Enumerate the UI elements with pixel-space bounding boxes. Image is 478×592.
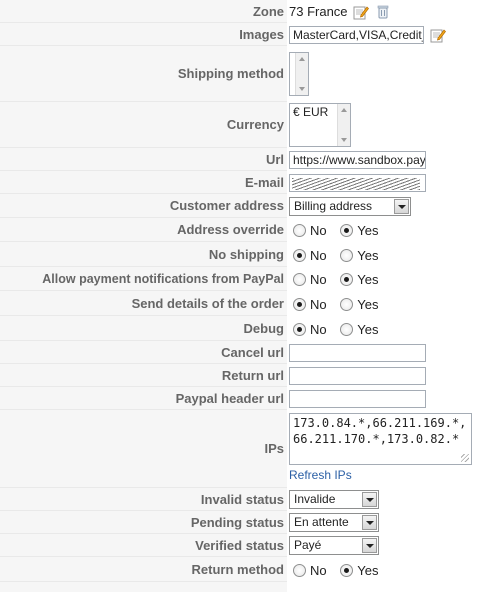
return-method-yes-radio[interactable] — [340, 563, 354, 577]
currency-list[interactable]: € EUR — [289, 103, 351, 147]
send-details-label: Send details of the order — [0, 291, 287, 316]
radio-label-no: No — [310, 321, 327, 337]
url-field[interactable]: https://www.sandbox.pay — [289, 150, 426, 169]
pending-status-value: En attente — [294, 515, 349, 529]
no-shipping-no-radio[interactable] — [293, 248, 306, 262]
debug-no-radio[interactable] — [293, 322, 306, 336]
images-field[interactable]: MasterCard,VISA,Credit_ — [289, 25, 424, 44]
allow-notifications-label: Allow payment notifications from PayPal — [0, 267, 287, 291]
currency-option[interactable]: € EUR — [293, 105, 328, 119]
row-currency: Currency € EUR — [0, 102, 478, 148]
address-override-no-radio[interactable] — [293, 224, 306, 238]
paypal-header-url-field[interactable] — [289, 389, 426, 408]
pending-status-label: Pending status — [0, 511, 287, 534]
customer-address-value: Billing address — [294, 198, 373, 213]
invalid-status-select[interactable]: Invalide — [289, 490, 379, 509]
radio-label-yes: Yes — [357, 223, 379, 239]
row-return-method: Return method No Yes — [0, 557, 478, 582]
invalid-status-label: Invalid status — [0, 488, 287, 511]
row-images: Images MasterCard,VISA,Credit_ — [0, 23, 478, 46]
row-zone: Zone 73 France — [0, 0, 478, 23]
payment-settings-form: Zone 73 France Images MasterCard,VISA,Cr… — [0, 0, 478, 592]
ips-value: 173.0.84.*,66.211.169.*,66.211.170.*,173… — [293, 416, 467, 446]
redacted-scribble — [292, 178, 420, 191]
debug-yes-radio[interactable] — [340, 322, 354, 336]
ips-label: IPs — [0, 410, 287, 488]
row-email: E-mail — [0, 171, 478, 194]
radio-label-no: No — [310, 562, 327, 578]
radio-label-yes: Yes — [357, 296, 379, 312]
no-shipping-label: No shipping — [0, 242, 287, 267]
send-details-yes-radio[interactable] — [340, 297, 354, 311]
row-address-override: Address override No Yes — [0, 218, 478, 242]
chevron-down-icon[interactable] — [394, 198, 409, 214]
debug-label: Debug — [0, 316, 287, 341]
chevron-down-icon[interactable] — [362, 515, 377, 530]
resize-grip-icon[interactable] — [461, 454, 469, 462]
email-label: E-mail — [0, 171, 287, 194]
shipping-method-label: Shipping method — [0, 46, 287, 102]
cancel-url-label: Cancel url — [0, 341, 287, 364]
verified-status-label: Verified status — [0, 534, 287, 557]
row-send-details: Send details of the order No Yes — [0, 291, 478, 316]
allow-notifications-no-radio[interactable] — [293, 273, 306, 287]
trash-icon[interactable] — [375, 4, 391, 20]
paypal-header-url-label: Paypal header url — [0, 387, 287, 410]
address-override-label: Address override — [0, 218, 287, 242]
refresh-ips-link[interactable]: Refresh IPs — [289, 468, 352, 482]
row-url: Url https://www.sandbox.pay — [0, 148, 478, 171]
row-shipping-method: Shipping method — [0, 46, 478, 102]
scrollbar[interactable] — [295, 53, 308, 95]
invalid-status-value: Invalide — [294, 492, 336, 506]
return-url-field[interactable] — [289, 366, 426, 385]
trailing-cell — [0, 582, 287, 592]
return-method-no-radio[interactable] — [293, 563, 306, 577]
row-trailing — [0, 582, 478, 592]
email-field[interactable] — [289, 173, 426, 192]
radio-label-yes: Yes — [357, 272, 379, 288]
radio-label-yes: Yes — [357, 247, 379, 263]
radio-label-yes: Yes — [357, 562, 379, 578]
ips-textarea[interactable]: 173.0.84.*,66.211.169.*,66.211.170.*,173… — [289, 413, 472, 465]
radio-label-no: No — [310, 247, 327, 263]
row-ips: IPs 173.0.84.*,66.211.169.*,66.211.170.*… — [0, 410, 478, 488]
no-shipping-yes-radio[interactable] — [340, 248, 354, 262]
radio-label-no: No — [310, 296, 327, 312]
row-verified-status: Verified status Payé — [0, 534, 478, 557]
row-paypal-header-url: Paypal header url — [0, 387, 478, 410]
address-override-yes-radio[interactable] — [340, 224, 354, 238]
zone-value: 73 France — [289, 4, 348, 20]
scrollbar[interactable] — [337, 104, 350, 146]
row-allow-notifications: Allow payment notifications from PayPal … — [0, 267, 478, 291]
verified-status-select[interactable]: Payé — [289, 536, 379, 555]
chevron-down-icon[interactable] — [362, 492, 377, 507]
chevron-down-icon[interactable] — [362, 538, 377, 553]
row-no-shipping: No shipping No Yes — [0, 242, 478, 267]
customer-address-label: Customer address — [0, 194, 287, 218]
row-debug: Debug No Yes — [0, 316, 478, 341]
verified-status-value: Payé — [294, 538, 322, 552]
customer-address-select[interactable]: Billing address — [289, 196, 411, 216]
return-url-label: Return url — [0, 364, 287, 387]
row-return-url: Return url — [0, 364, 478, 387]
radio-label-no: No — [310, 272, 327, 288]
radio-label-yes: Yes — [357, 321, 379, 337]
edit-pencil-icon[interactable] — [353, 4, 370, 20]
zone-label: Zone — [0, 0, 287, 23]
row-customer-address: Customer address Billing address — [0, 194, 478, 218]
currency-label: Currency — [0, 102, 287, 148]
url-label: Url — [0, 148, 287, 171]
images-label: Images — [0, 23, 287, 46]
row-invalid-status: Invalid status Invalide — [0, 488, 478, 511]
shipping-method-list[interactable] — [289, 52, 309, 96]
cancel-url-field[interactable] — [289, 343, 426, 362]
return-method-label: Return method — [0, 557, 287, 582]
edit-pencil-icon[interactable] — [430, 27, 446, 43]
radio-label-no: No — [310, 223, 327, 239]
allow-notifications-yes-radio[interactable] — [340, 273, 354, 287]
send-details-no-radio[interactable] — [293, 297, 306, 311]
row-cancel-url: Cancel url — [0, 341, 478, 364]
pending-status-select[interactable]: En attente — [289, 513, 379, 532]
row-pending-status: Pending status En attente — [0, 511, 478, 534]
